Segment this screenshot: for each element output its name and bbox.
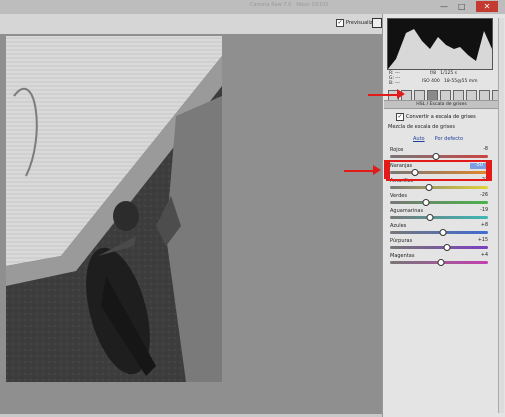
mix-tabs: Auto Por defecto bbox=[413, 136, 463, 142]
histogram bbox=[387, 18, 493, 70]
slider-row[interactable]: Azules +8 bbox=[390, 223, 488, 239]
slider-thumb[interactable] bbox=[425, 184, 433, 191]
slider-thumb[interactable] bbox=[437, 259, 445, 266]
slider-value-field[interactable]: -19 bbox=[470, 208, 488, 214]
bird-photo-image bbox=[6, 36, 222, 382]
photo-preview bbox=[6, 36, 222, 382]
annotation-arrow-top bbox=[368, 94, 398, 96]
slider-row[interactable]: Púrpuras +15 bbox=[390, 238, 488, 254]
convert-grayscale-box[interactable]: ✓ bbox=[396, 113, 404, 121]
slider-row[interactable]: Magentas +4 bbox=[390, 253, 488, 269]
grayscale-mix-title: Mezcla de escala de grises bbox=[388, 124, 455, 130]
annotation-marker-right bbox=[486, 160, 492, 179]
fullscreen-icon[interactable] bbox=[372, 18, 382, 28]
aperture-value: f/8 bbox=[430, 71, 436, 76]
shutter-value: 1/125 s bbox=[440, 71, 458, 76]
annotation-highlight-box bbox=[386, 160, 492, 181]
slider-thumb[interactable] bbox=[443, 244, 451, 251]
slider-track[interactable] bbox=[390, 186, 488, 189]
slider-value-field[interactable]: -8 bbox=[470, 147, 488, 153]
panel-scrollbar[interactable] bbox=[498, 18, 504, 413]
slider-label: Magentas bbox=[390, 253, 415, 259]
convert-grayscale-label: Convertir a escala de grises bbox=[406, 114, 476, 120]
slider-thumb[interactable] bbox=[439, 229, 447, 236]
auto-link[interactable]: Auto bbox=[413, 136, 425, 142]
preview-checkbox-box[interactable]: ✓ bbox=[336, 19, 344, 27]
slider-thumb[interactable] bbox=[422, 199, 430, 206]
convert-grayscale-checkbox[interactable]: ✓ Convertir a escala de grises bbox=[396, 113, 476, 121]
title-bar: Camera Raw 7.0 - Nikon D5100 — □ ✕ bbox=[0, 0, 505, 15]
lens-value: 18-55@55 mm bbox=[444, 79, 478, 84]
default-link[interactable]: Por defecto bbox=[435, 136, 463, 142]
top-toolbar bbox=[0, 14, 382, 35]
slider-label: Aguamarinas bbox=[390, 208, 424, 214]
slider-value-field[interactable]: -26 bbox=[470, 193, 488, 199]
exposure-readout: f/8 1/125 s bbox=[430, 71, 457, 76]
iso-value: ISO 400 bbox=[422, 79, 440, 84]
slider-value-field[interactable]: +15 bbox=[470, 238, 488, 244]
close-button[interactable]: ✕ bbox=[476, 1, 498, 12]
slider-label: Azules bbox=[390, 223, 407, 229]
maximize-button[interactable]: □ bbox=[458, 2, 466, 11]
annotation-arrow-mid bbox=[344, 170, 374, 172]
slider-track[interactable] bbox=[390, 216, 488, 219]
slider-label: Rojos bbox=[390, 147, 404, 153]
iso-readout: ISO 400 18-55@55 mm bbox=[422, 79, 478, 84]
slider-row[interactable]: Verdes -26 bbox=[390, 193, 488, 209]
slider-thumb[interactable] bbox=[426, 214, 434, 221]
slider-value-field[interactable]: +4 bbox=[470, 253, 488, 259]
histogram-graph bbox=[388, 29, 492, 69]
section-title: HSL / Escala de grises bbox=[384, 100, 499, 109]
window-title: Camera Raw 7.0 - Nikon D5100 bbox=[250, 2, 329, 8]
slider-track[interactable] bbox=[390, 201, 488, 204]
annotation-marker-left bbox=[384, 160, 390, 179]
slider-row[interactable]: Aguamarinas -19 bbox=[390, 208, 488, 224]
slider-label: Verdes bbox=[390, 193, 407, 199]
panel-tabs bbox=[388, 90, 505, 101]
slider-label: Púrpuras bbox=[390, 238, 413, 244]
slider-value-field[interactable]: +8 bbox=[470, 223, 488, 229]
slider-track[interactable] bbox=[390, 246, 488, 249]
rgb-readout: R: --- G: --- B: --- bbox=[389, 71, 401, 86]
minimize-button[interactable]: — bbox=[440, 2, 448, 11]
annotation-arrowhead-mid bbox=[373, 165, 381, 175]
slider-thumb[interactable] bbox=[432, 153, 440, 160]
annotation-arrowhead-top bbox=[397, 89, 405, 99]
